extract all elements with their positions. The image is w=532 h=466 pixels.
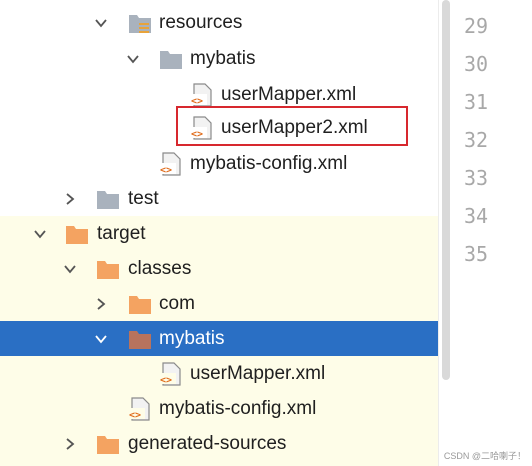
- tree-item-resources[interactable]: resources: [0, 5, 438, 40]
- tree-item-label: mybatis: [190, 47, 256, 69]
- xml-file-icon: <>: [158, 361, 184, 386]
- chevron-down-icon[interactable]: [32, 226, 48, 242]
- svg-text:<>: <>: [129, 410, 141, 421]
- tree-item-mybatis-selected[interactable]: mybatis: [0, 321, 438, 356]
- line-number: 30: [464, 52, 489, 76]
- tree-item-label: resources: [159, 11, 243, 33]
- tree-item-label: mybatis: [159, 327, 225, 349]
- line-number: 33: [464, 166, 489, 190]
- line-number: 32: [464, 128, 489, 152]
- xml-file-icon: <>: [158, 151, 184, 176]
- line-number: 29: [464, 14, 489, 38]
- line-number: 31: [464, 90, 489, 114]
- chevron-down-icon[interactable]: [125, 51, 141, 67]
- folder-icon: [95, 187, 121, 211]
- chevron-right-icon[interactable]: [62, 436, 78, 452]
- tree-item-label: target: [97, 222, 146, 244]
- tree-item-label: userMapper.xml: [190, 362, 326, 384]
- tree-item-label: userMapper.xml: [221, 83, 357, 105]
- tree-item-generated-sources[interactable]: generated-sources: [0, 426, 438, 461]
- vertical-scrollbar[interactable]: [438, 0, 453, 466]
- excluded-folder-icon: [95, 257, 121, 281]
- excluded-folder-icon: [127, 327, 153, 351]
- tree-item-label: mybatis-config.xml: [159, 397, 317, 419]
- tree-item-target[interactable]: target: [0, 216, 438, 251]
- tree-item-label: generated-sources: [128, 432, 287, 454]
- tree-item-label: test: [128, 187, 159, 209]
- project-tree: resources mybatis <> userMapper.xml <> u…: [0, 0, 438, 466]
- svg-text:<>: <>: [160, 165, 172, 176]
- tree-item-com[interactable]: com: [0, 286, 438, 321]
- tree-item-label: com: [159, 292, 195, 314]
- tree-item-target-mybatis-config-xml[interactable]: <> mybatis-config.xml: [0, 391, 438, 426]
- tree-item-label: classes: [128, 257, 192, 279]
- xml-file-icon: <>: [127, 396, 153, 421]
- svg-text:<>: <>: [160, 375, 172, 386]
- excluded-folder-icon: [127, 292, 153, 316]
- line-number: 34: [464, 204, 489, 228]
- xml-file-icon: <>: [189, 82, 215, 107]
- chevron-down-icon[interactable]: [93, 331, 109, 347]
- folder-icon: [158, 47, 184, 71]
- line-number: 35: [464, 242, 489, 266]
- tree-item-target-usermapper-xml[interactable]: <> userMapper.xml: [0, 356, 438, 391]
- tree-item-mybatis-config-xml[interactable]: <> mybatis-config.xml: [0, 146, 438, 181]
- chevron-right-icon[interactable]: [62, 191, 78, 207]
- chevron-right-icon[interactable]: [93, 296, 109, 312]
- highlight-box: [176, 106, 408, 146]
- tree-item-mybatis[interactable]: mybatis: [0, 41, 438, 76]
- svg-text:<>: <>: [191, 96, 203, 107]
- tree-item-label: mybatis-config.xml: [190, 152, 348, 174]
- resources-folder-icon: [127, 11, 153, 35]
- editor-gutter: 29 30 31 32 33 34 35: [452, 0, 532, 466]
- scrollbar-thumb[interactable]: [442, 0, 450, 380]
- excluded-folder-icon: [95, 432, 121, 456]
- tree-item-classes[interactable]: classes: [0, 251, 438, 286]
- watermark: CSDN @二哈喇子！: [443, 451, 526, 461]
- tree-item-test[interactable]: test: [0, 181, 438, 216]
- chevron-down-icon[interactable]: [93, 15, 109, 31]
- excluded-folder-icon: [64, 222, 90, 246]
- chevron-down-icon[interactable]: [62, 261, 78, 277]
